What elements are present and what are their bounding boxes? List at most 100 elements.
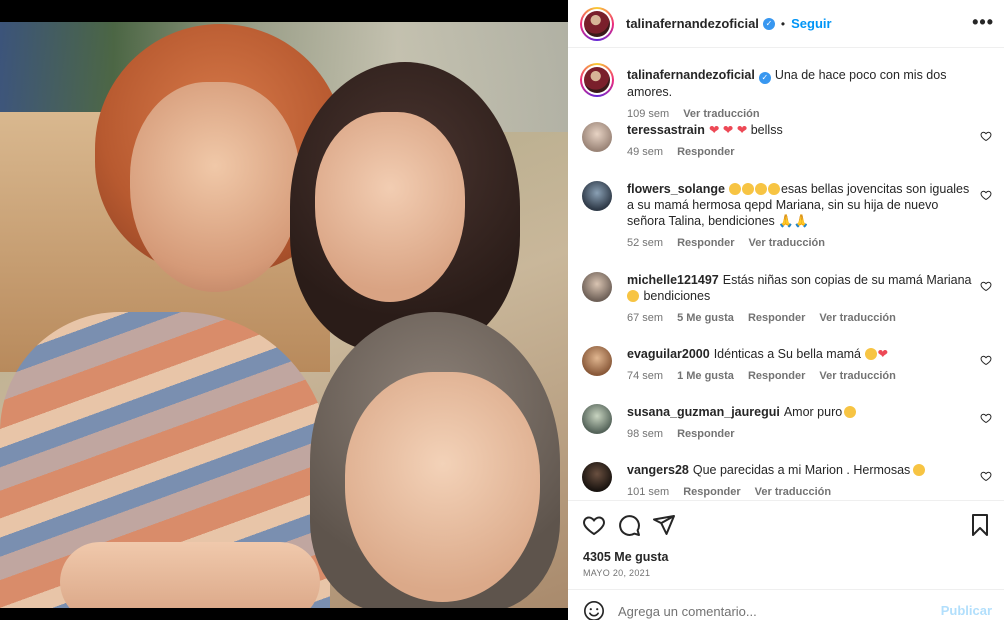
- reply-button[interactable]: Responder: [683, 486, 740, 498]
- comment-text: Amor puro: [783, 405, 843, 419]
- comment-username[interactable]: susana_guzman_jauregui: [627, 405, 780, 419]
- like-comment-heart-icon[interactable]: [980, 354, 992, 366]
- commenter-avatar[interactable]: [582, 404, 612, 434]
- post-actions: 4305 Me gusta MAYO 20, 2021 Publicar: [568, 500, 1004, 620]
- save-bookmark-icon[interactable]: [968, 513, 992, 537]
- verified-badge-icon: ✓: [758, 72, 771, 84]
- comment-composer: Publicar: [568, 589, 1004, 620]
- translate-link[interactable]: Ver traducción: [819, 312, 895, 324]
- red-heart-icon: ❤: [722, 123, 734, 137]
- like-comment-heart-icon[interactable]: [980, 412, 992, 424]
- comment-meta: 49 sem Responder: [627, 144, 972, 160]
- comment-item: evaguilar2000 Idénticas a Su bella mamá ❤…: [580, 346, 992, 386]
- post-photo[interactable]: [0, 22, 568, 608]
- commenter-avatar[interactable]: [582, 462, 612, 492]
- comments-list[interactable]: talinafernandezoficial ✓ Una de hace poco …: [568, 49, 1004, 501]
- surprised-face-icon: [741, 183, 754, 195]
- comment-username[interactable]: michelle121497: [627, 273, 719, 287]
- comment-likes[interactable]: 5 Me gusta: [677, 312, 734, 324]
- red-heart-icon: ❤: [736, 123, 748, 137]
- heart-eyes-face-icon: [913, 464, 926, 476]
- instagram-post-modal: talinafernandezoficial ✓ • Seguir ••• ta…: [0, 0, 1004, 620]
- share-paper-plane-icon[interactable]: [652, 513, 676, 537]
- comment-time[interactable]: 74 sem: [627, 370, 663, 382]
- more-options-icon[interactable]: •••: [972, 12, 994, 32]
- photo-person-left-face: [130, 82, 300, 292]
- comment-body: susana_guzman_jauregui Amor puro 98 sem Re…: [627, 404, 972, 442]
- like-heart-icon[interactable]: [582, 513, 606, 537]
- caption-body: talinafernandezoficial ✓ Una de hace poco …: [627, 67, 972, 122]
- comment-text: Idénticas a Su bella mamá: [713, 347, 862, 361]
- comment-text: Que parecidas a mi Marion . Hermosas: [692, 463, 911, 477]
- comment-time[interactable]: 52 sem: [627, 237, 663, 249]
- comment-meta: 52 sem Responder Ver traducción: [627, 235, 972, 251]
- caption-username[interactable]: talinafernandezoficial: [627, 68, 755, 82]
- caption: talinafernandezoficial ✓ Una de hace poco …: [580, 63, 992, 120]
- comment-meta: 101 sem Responder Ver traducción: [627, 484, 972, 500]
- verified-badge-icon: ✓: [762, 17, 775, 30]
- comment-body: vangers28 Que parecidas a mi Marion . Her…: [627, 462, 972, 500]
- comment-time[interactable]: 101 sem: [627, 486, 669, 498]
- comment-likes[interactable]: 1 Me gusta: [677, 370, 734, 382]
- red-heart-icon: ❤: [708, 123, 720, 137]
- comment-meta: 74 sem 1 Me gusta Responder Ver traducción: [627, 368, 972, 384]
- comment-item: vangers28 Que parecidas a mi Marion . Her…: [580, 462, 992, 501]
- screaming-face-icon: [864, 348, 877, 360]
- like-count[interactable]: 4305 Me gusta: [583, 550, 668, 564]
- publish-button[interactable]: Publicar: [941, 603, 992, 618]
- follow-button[interactable]: Seguir: [791, 16, 831, 31]
- caption-avatar[interactable]: [580, 63, 614, 97]
- comment-time[interactable]: 67 sem: [627, 312, 663, 324]
- comment-username[interactable]: evaguilar2000: [627, 347, 710, 361]
- emoji-picker-icon[interactable]: [583, 600, 605, 620]
- like-comment-heart-icon[interactable]: [980, 130, 992, 142]
- comment-text: Estás niñas son copias de su mamá Marian…: [722, 273, 972, 287]
- like-comment-heart-icon[interactable]: [980, 280, 992, 292]
- surprised-face-icon: [754, 183, 767, 195]
- reply-button[interactable]: Responder: [677, 146, 734, 158]
- reply-button[interactable]: Responder: [677, 428, 734, 440]
- heart-eyes-face-icon: [844, 406, 857, 418]
- surprised-face-icon: [728, 183, 741, 195]
- praying-hands-icon: 🙏: [793, 214, 810, 228]
- comment-item: teressastrain ❤ ❤ ❤ bellss 49 sem Responde…: [580, 122, 992, 162]
- comment-body: flowers_solange esas bellas jovencitas so…: [627, 181, 972, 251]
- commenter-avatar[interactable]: [582, 272, 612, 302]
- surprised-face-icon: [767, 183, 780, 195]
- add-comment-input[interactable]: [618, 600, 928, 620]
- comment-text: bellss: [750, 123, 783, 137]
- comment-item: flowers_solange esas bellas jovencitas so…: [580, 181, 992, 255]
- comment-username[interactable]: vangers28: [627, 463, 689, 477]
- comment-username[interactable]: flowers_solange: [627, 182, 725, 196]
- author-username[interactable]: talinafernandezoficial: [626, 16, 759, 31]
- commenter-avatar[interactable]: [582, 122, 612, 152]
- translate-link[interactable]: Ver traducción: [819, 370, 895, 382]
- post-sidebar: talinafernandezoficial ✓ • Seguir ••• ta…: [568, 0, 1004, 620]
- comment-meta: 98 sem Responder: [627, 426, 972, 442]
- translate-link[interactable]: Ver traducción: [749, 237, 825, 249]
- caption-time[interactable]: 109 sem: [627, 108, 669, 120]
- reply-button[interactable]: Responder: [677, 237, 734, 249]
- translate-link[interactable]: Ver traducción: [683, 108, 759, 120]
- comment-time[interactable]: 49 sem: [627, 146, 663, 158]
- post-header: talinafernandezoficial ✓ • Seguir •••: [568, 0, 1004, 48]
- comment-meta: 67 sem 5 Me gusta Responder Ver traducción: [627, 310, 972, 326]
- commenter-avatar[interactable]: [582, 181, 612, 211]
- translate-link[interactable]: Ver traducción: [755, 486, 831, 498]
- separator-dot: •: [780, 16, 786, 31]
- comment-time[interactable]: 98 sem: [627, 428, 663, 440]
- comment-bubble-icon[interactable]: [617, 513, 641, 537]
- reply-button[interactable]: Responder: [748, 370, 805, 382]
- like-comment-heart-icon[interactable]: [980, 470, 992, 482]
- post-date[interactable]: MAYO 20, 2021: [583, 568, 650, 578]
- author-avatar[interactable]: [580, 6, 614, 41]
- comment-username[interactable]: teressastrain: [627, 123, 705, 137]
- post-photo-area: [0, 0, 568, 620]
- like-comment-heart-icon[interactable]: [980, 189, 992, 201]
- comment-body: michelle121497 Estás niñas son copias de …: [627, 272, 972, 326]
- reply-button[interactable]: Responder: [748, 312, 805, 324]
- praying-hands-icon: 🙏: [778, 214, 794, 228]
- commenter-avatar[interactable]: [582, 346, 612, 376]
- red-heart-icon: ❤: [877, 347, 888, 361]
- comment-body: teressastrain ❤ ❤ ❤ bellss 49 sem Responde…: [627, 122, 972, 160]
